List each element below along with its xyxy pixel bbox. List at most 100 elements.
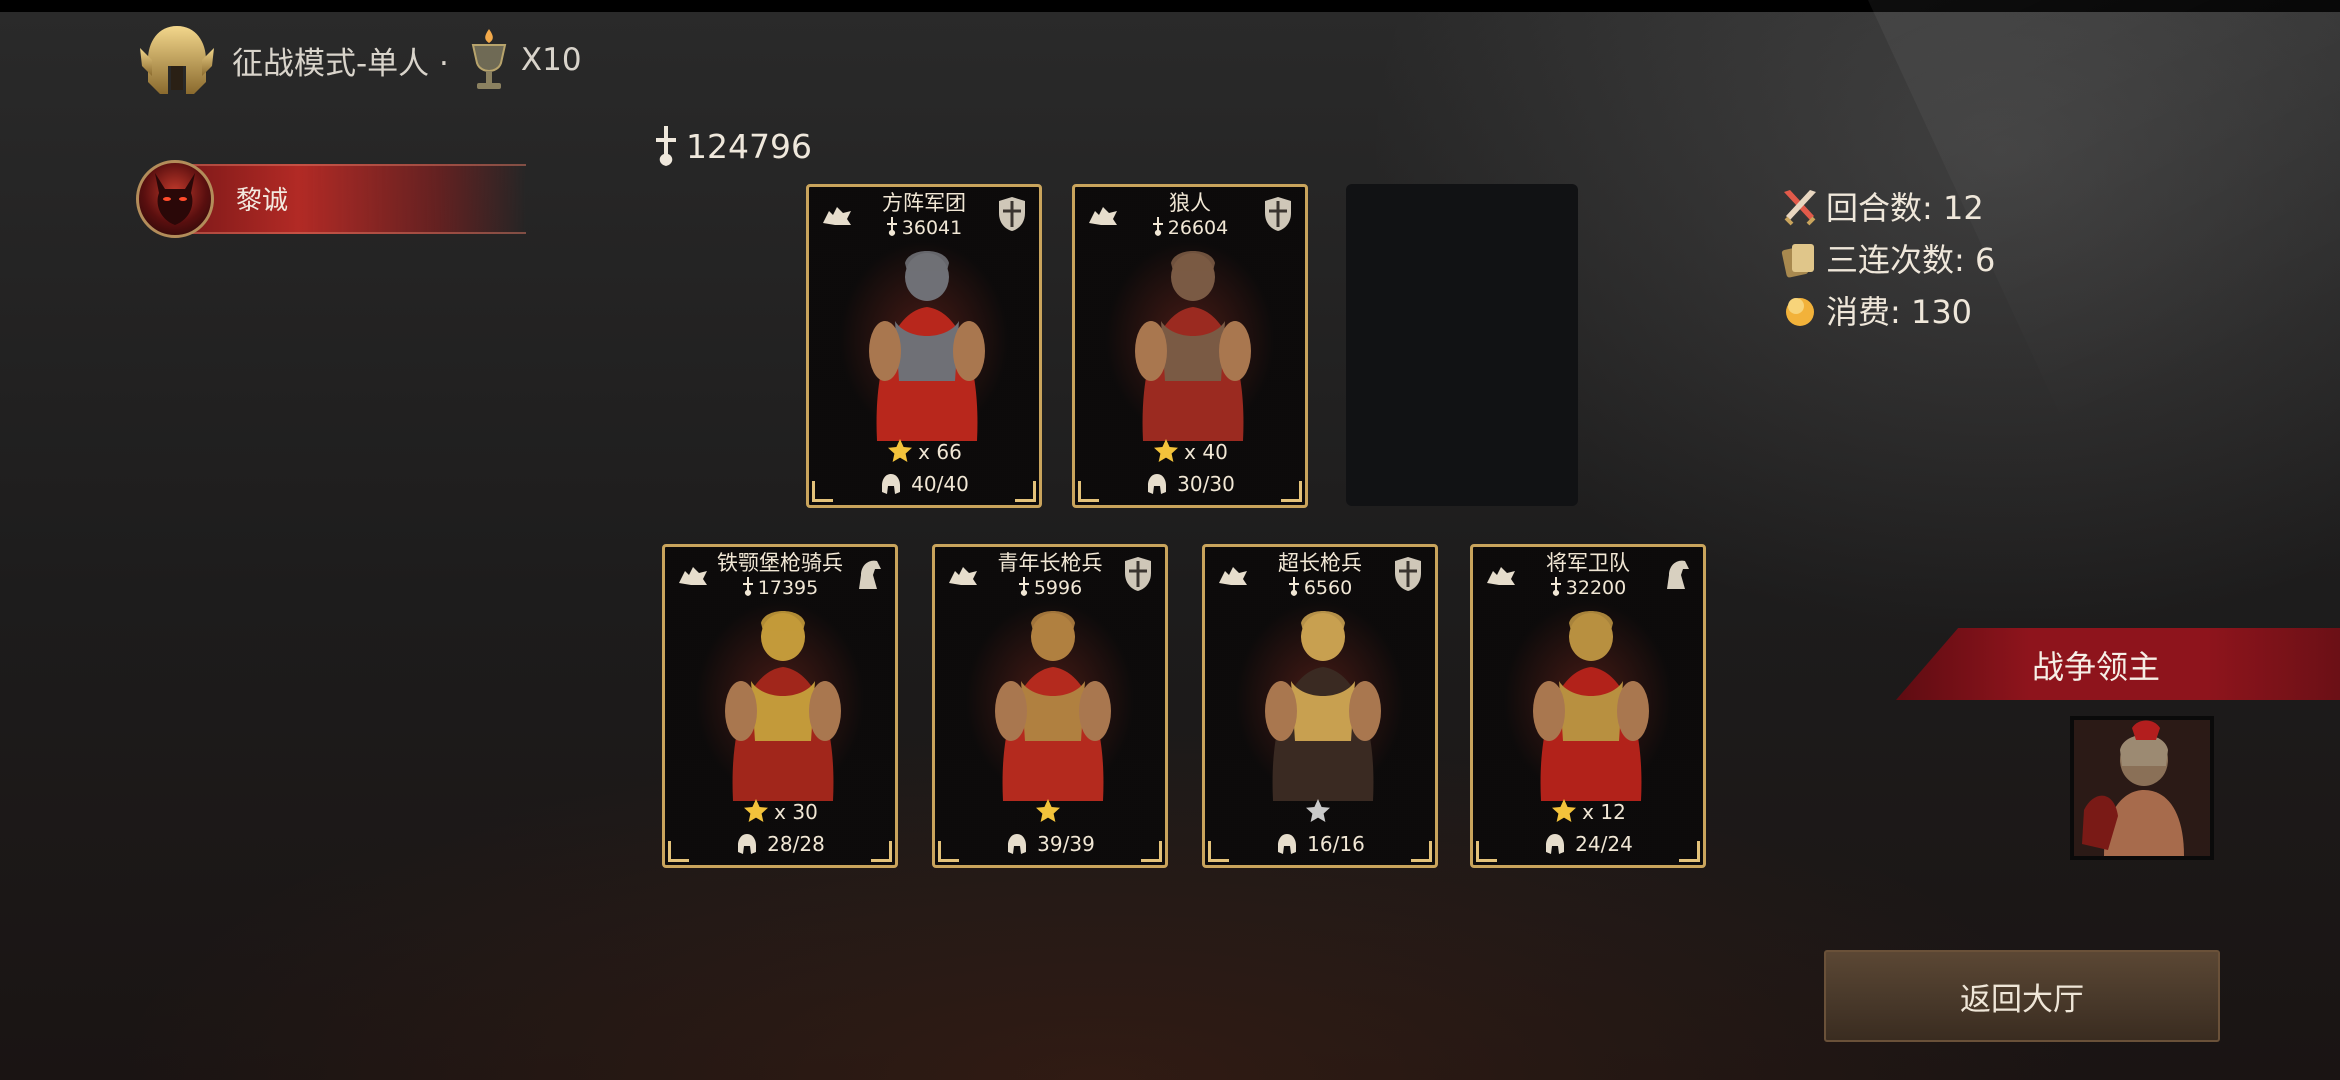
unit-name: 方阵军团: [882, 191, 966, 215]
helmet-troops-icon: [738, 834, 757, 854]
unit-troops: 40/40: [809, 472, 1039, 496]
multiplier-label: X10: [520, 42, 582, 78]
unit-star-count: x 30: [774, 800, 818, 824]
total-power-value: 124796: [686, 126, 812, 166]
unit-troops: 30/30: [1075, 472, 1305, 496]
unit-power: 36041: [809, 217, 1039, 239]
unit-power-value: 17395: [757, 577, 819, 599]
player-avatar[interactable]: [136, 160, 214, 238]
unit-troops-value: 39/39: [1037, 832, 1095, 856]
unit-figure-image: [995, 611, 1111, 801]
warlord-title: 战争领主: [2032, 648, 2161, 686]
return-lobby-button[interactable]: 返回大厅: [1824, 950, 2220, 1042]
star-icon: [1306, 799, 1330, 822]
unit-card[interactable]: 方阵军团 36041 x 66 40/40: [806, 184, 1042, 508]
unit-troops: 24/24: [1473, 832, 1703, 856]
unit-figure-image: [1135, 251, 1251, 441]
unit-card[interactable]: 狼人 26604 x 40 30/30: [1072, 184, 1308, 508]
star-icon: [1036, 799, 1060, 822]
unit-figure-image: [725, 611, 841, 801]
star-icon: [1552, 799, 1577, 822]
stat-triple: 三连次数: 6: [1780, 232, 1995, 284]
helmet-troops-icon: [1546, 834, 1565, 854]
unit-figure-image: [1533, 611, 1649, 801]
unit-troops-value: 24/24: [1575, 832, 1633, 856]
unit-stars: x 12: [1473, 797, 1703, 825]
player-bar[interactable]: 黎诚: [136, 160, 526, 238]
unit-power-value: 26604: [1167, 217, 1229, 239]
unit-card[interactable]: 将军卫队 32200 x 12 24/24: [1470, 544, 1706, 868]
chalice-icon: [471, 29, 507, 89]
unit-power: 17395: [665, 577, 895, 599]
helmet-troops-icon: [1278, 834, 1297, 854]
unit-name: 将军卫队: [1546, 551, 1630, 575]
total-power: 124796: [650, 124, 812, 168]
unit-stars: x 40: [1075, 437, 1305, 465]
triple-text: 三连次数: 6: [1826, 241, 1996, 279]
power-icon: [656, 126, 676, 166]
helmet-troops-icon: [882, 474, 901, 494]
power-icon: [1550, 577, 1561, 596]
power-icon: [1152, 217, 1163, 236]
demon-avatar-icon: [155, 173, 195, 225]
unit-troops-value: 16/16: [1307, 832, 1365, 856]
unit-figure-image: [1265, 611, 1381, 801]
unit-power-value: 36041: [901, 217, 963, 239]
power-icon: [886, 217, 897, 236]
unit-card[interactable]: 铁颚堡枪骑兵 17395 x 30 28/28: [662, 544, 898, 868]
warlord-figure-image: [2074, 720, 2210, 856]
player-band: [176, 164, 526, 234]
unit-troops-value: 28/28: [767, 832, 825, 856]
unit-star-count: x 12: [1582, 800, 1626, 824]
stat-cost: 消费: 130: [1780, 284, 1995, 336]
unit-name: 青年长枪兵: [997, 551, 1103, 575]
unit-stars: [1205, 797, 1435, 825]
unit-star-count: x 40: [1184, 440, 1228, 464]
unit-card[interactable]: 青年长枪兵 5996 39/39: [932, 544, 1168, 868]
crossed-swords-icon: [1784, 190, 1816, 226]
unit-stars: x 66: [809, 437, 1039, 465]
unit-power: 6560: [1205, 577, 1435, 599]
stat-rounds: 回合数: 12: [1780, 180, 1995, 232]
unit-power-value: 32200: [1565, 577, 1627, 599]
mode-label: 征战模式-单人 ·: [232, 45, 449, 82]
unit-troops-value: 30/30: [1177, 472, 1235, 496]
unit-card[interactable]: 超长枪兵 6560 16/16: [1202, 544, 1438, 868]
power-icon: [742, 577, 753, 596]
helmet-troops-icon: [1148, 474, 1167, 494]
star-icon: [1154, 439, 1179, 462]
power-icon: [1288, 577, 1299, 596]
unit-stars: [935, 797, 1165, 825]
unit-name: 狼人: [1169, 191, 1211, 215]
unit-power: 32200: [1473, 577, 1703, 599]
unit-name: 铁颚堡枪骑兵: [717, 551, 843, 575]
unit-stars: x 30: [665, 797, 895, 825]
empty-card-slot[interactable]: [1346, 184, 1578, 506]
light-rays: [1868, 0, 2340, 700]
coin-icon: [1786, 298, 1814, 326]
star-icon: [888, 439, 913, 462]
power-icon: [1018, 577, 1029, 596]
header: 征战模式-单人 · X10: [138, 22, 582, 98]
unit-name: 超长枪兵: [1278, 551, 1362, 575]
unit-troops: 28/28: [665, 832, 895, 856]
helmet-troops-icon: [1008, 834, 1027, 854]
unit-figure-image: [869, 251, 985, 441]
unit-power: 5996: [935, 577, 1165, 599]
helmet-icon: [140, 26, 214, 94]
star-icon: [744, 799, 769, 822]
cards-stack-icon: [1781, 244, 1814, 278]
unit-power-value: 5996: [1033, 577, 1083, 599]
return-lobby-label: 返回大厅: [1960, 981, 2084, 1018]
cost-text: 消费: 130: [1826, 293, 1973, 331]
unit-troops-value: 40/40: [911, 472, 969, 496]
unit-troops: 39/39: [935, 832, 1165, 856]
unit-star-count: x 66: [918, 440, 962, 464]
unit-troops: 16/16: [1205, 832, 1435, 856]
rounds-text: 回合数: 12: [1826, 189, 1984, 227]
player-name: 黎诚: [236, 186, 289, 216]
warlord-portrait[interactable]: [2070, 716, 2214, 860]
battle-stats: 回合数: 12 三连次数: 6 消费: 130: [1780, 180, 1995, 336]
unit-power-value: 6560: [1303, 577, 1353, 599]
unit-power: 26604: [1075, 217, 1305, 239]
